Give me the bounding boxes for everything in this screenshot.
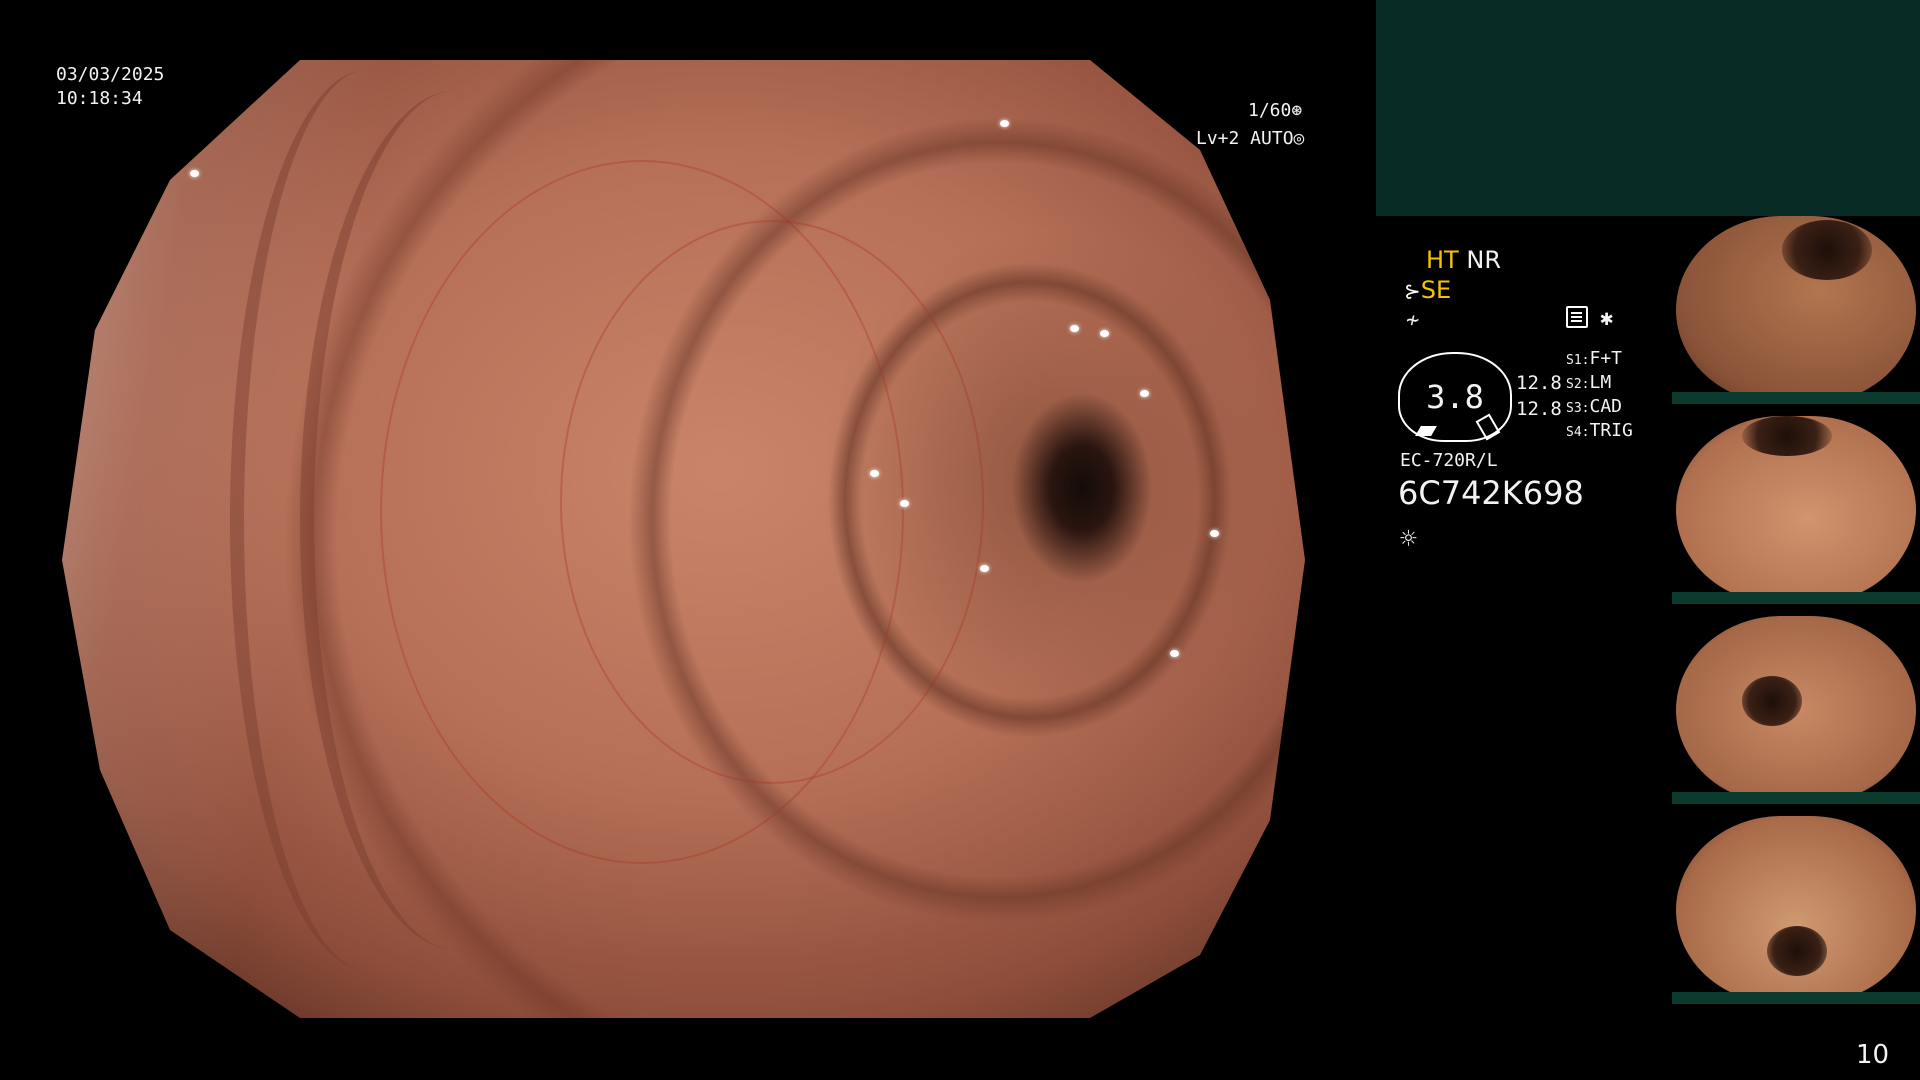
nr-mode: NR: [1466, 246, 1501, 274]
scope-model: EC-720R/L: [1400, 450, 1498, 471]
captured-image-2[interactable]: [1672, 416, 1920, 604]
scope-serial: 6C742K698: [1398, 474, 1584, 512]
thumbnail-bar: [1672, 992, 1920, 1004]
structure-enhancement: ⊱SE: [1404, 276, 1451, 304]
switch-3-value: CAD: [1589, 396, 1622, 417]
light-reflection: [1100, 330, 1109, 337]
light-reflection: [1140, 390, 1149, 397]
memory-icon: [1566, 306, 1588, 328]
switch-4-key: S4:: [1566, 425, 1590, 440]
light-reflection: [980, 565, 989, 572]
vessel-pattern: [560, 220, 984, 784]
page-number: 10: [1856, 1040, 1890, 1070]
switch-3: S3:CAD: [1566, 396, 1622, 417]
switch-1-value: F+T: [1589, 348, 1622, 369]
switch-3-key: S3:: [1566, 401, 1590, 416]
se-icon: ⊱: [1404, 279, 1421, 303]
readout-1: 12.8: [1516, 372, 1562, 394]
gauge-value: 3.8: [1426, 378, 1484, 416]
light-reflection: [1070, 325, 1079, 332]
info-area-top: [1376, 0, 1920, 216]
thumbnail-bar: [1672, 592, 1920, 604]
enhancement-modes: HT NR: [1426, 246, 1501, 274]
lumen: [1742, 676, 1802, 726]
light-reflection: [870, 470, 879, 477]
gauge-marker-right: [1475, 413, 1501, 441]
thumbnail-bar: [1672, 792, 1920, 804]
light-source-icon: ☼: [1400, 522, 1417, 555]
exam-date: 03/03/2025: [56, 64, 165, 85]
light-reflection: [900, 500, 909, 507]
light-reflection: [1210, 530, 1219, 537]
switch-2: S2:LM: [1566, 372, 1611, 393]
se-mode: SE: [1420, 276, 1452, 304]
switch-4: S4:TRIG: [1566, 420, 1633, 441]
captured-image-4[interactable]: [1672, 816, 1920, 1004]
switch-4-value: TRIG: [1589, 420, 1633, 441]
captured-image-1[interactable]: [1672, 216, 1920, 404]
light-reflection: [190, 170, 199, 177]
light-reflection: [1170, 650, 1179, 657]
switch-1: S1:F+T: [1566, 348, 1622, 369]
color-mode-icon: ≁: [1406, 308, 1420, 333]
brightness-level: Lv+2 AUTO◎: [1196, 128, 1305, 149]
light-reflection: [1000, 120, 1009, 127]
zoom-gauge: 3.8: [1398, 352, 1512, 442]
captured-image-3[interactable]: [1672, 616, 1920, 804]
readout-2: 12.8: [1516, 398, 1562, 420]
lumen: [1782, 220, 1872, 280]
exam-time: 10:18:34: [56, 88, 143, 109]
status-panel: HT NR ⊱SE ≁ ✱ 3.8 12.8 12.8 S1:F+T S2:LM…: [1376, 216, 1676, 816]
ht-mode: HT: [1426, 246, 1459, 274]
shutter-speed: 1/60⊛: [1248, 100, 1303, 121]
switch-2-key: S2:: [1566, 377, 1590, 392]
thumbnail-bar: [1672, 392, 1920, 404]
gauge-marker-left: [1415, 426, 1437, 436]
lumen: [1767, 926, 1827, 976]
endoscope-live-view: [62, 60, 1305, 1018]
switch-2-value: LM: [1589, 372, 1612, 393]
lumen: [1742, 416, 1832, 456]
asterisk-icon: ✱: [1600, 306, 1614, 331]
switch-1-key: S1:: [1566, 353, 1590, 368]
